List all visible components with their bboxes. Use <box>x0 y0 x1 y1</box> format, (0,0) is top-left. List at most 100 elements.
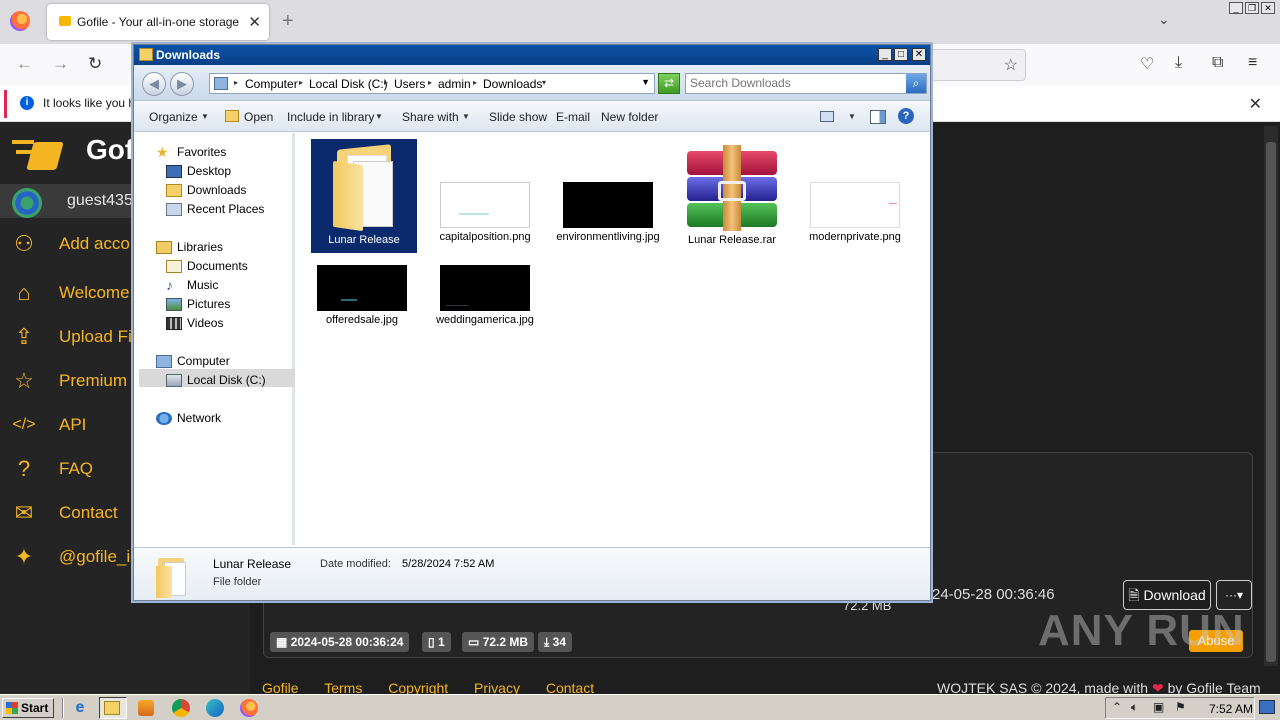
computer-icon <box>156 355 172 369</box>
nav-label: Network <box>177 411 222 425</box>
firefox-icon[interactable] <box>240 699 258 717</box>
app-menu-hamburger-icon[interactable]: ≡ <box>1248 54 1257 72</box>
change-view-icon[interactable] <box>820 111 834 122</box>
nav-local-disk[interactable]: Local Disk (C:) <box>166 373 266 388</box>
organize-button[interactable]: Organize <box>149 110 198 124</box>
explorer-window: Downloads _ □ ✕ ◀ ▶ ▸ Computer ▸ Local D… <box>133 44 931 601</box>
nav-music[interactable]: ♪ Music <box>166 278 218 292</box>
network-icon[interactable]: ▣ <box>1153 700 1164 714</box>
new-tab-button[interactable]: + <box>282 10 294 33</box>
breadcrumb-admin[interactable]: admin <box>438 77 471 91</box>
page-scrollbar-thumb[interactable] <box>1266 142 1276 662</box>
address-bar[interactable]: ▸ Computer ▸ Local Disk (C:) ▸ Users ▸ a… <box>209 73 655 94</box>
pocket-icon[interactable]: ♡ <box>1140 54 1154 74</box>
open-button[interactable]: Open <box>244 110 273 124</box>
search-input[interactable] <box>690 76 900 90</box>
nav-videos[interactable]: Videos <box>166 316 224 331</box>
breadcrumb-downloads[interactable]: Downloads <box>483 77 542 91</box>
reload-icon[interactable]: ↻ <box>88 54 102 74</box>
clock[interactable]: 7:52 AM <box>1209 702 1253 716</box>
browser-restore-button[interactable]: ❐ <box>1245 2 1259 14</box>
nav-network[interactable]: Network <box>156 411 222 426</box>
explorer-minimize-button[interactable]: _ <box>878 48 892 61</box>
search-box[interactable]: ⌕ <box>685 73 927 94</box>
nav-documents[interactable]: Documents <box>166 259 248 274</box>
refresh-icon[interactable]: ⇄ <box>658 73 680 94</box>
breadcrumb-local-disk[interactable]: Local Disk (C:) <box>309 77 388 91</box>
sidebar-item-label: FAQ <box>59 459 94 478</box>
start-label: Start <box>21 701 49 715</box>
created-date-badge: ▦ 2024-05-28 00:36:24 <box>270 632 410 652</box>
file-name: offeredsale.jpg <box>326 314 398 326</box>
extensions-puzzle-icon[interactable]: ⧉ <box>1212 54 1223 72</box>
email-button[interactable]: E-mail <box>556 110 590 124</box>
nav-downloads[interactable]: Downloads <box>166 183 246 198</box>
file-name: capitalposition.png <box>439 231 531 243</box>
notice-close-icon[interactable]: ✕ <box>1249 94 1262 114</box>
forward-arrow-icon[interactable]: ▶ <box>170 72 194 96</box>
chrome-icon[interactable] <box>172 699 190 717</box>
navigation-pane: ★ Favorites Desktop Downloads Recent Plac… <box>134 133 295 545</box>
file-item-modernprivate[interactable]: modernprivate.png <box>802 139 908 244</box>
firefox-logo-icon[interactable] <box>10 11 30 31</box>
taskbar: Start e ⌃ 🔈︎ ▣ ⚑ 7:52 AM <box>0 694 1280 720</box>
gofile-logo-icon[interactable] <box>12 136 64 170</box>
include-in-library-button[interactable]: Include in library <box>287 110 374 124</box>
search-icon[interactable]: ⌕ <box>906 74 926 93</box>
breadcrumb-computer[interactable]: Computer <box>245 77 298 91</box>
file-item-lunar-release-folder[interactable]: Lunar Release <box>311 139 417 253</box>
details-modified-value: 5/28/2024 7:52 AM <box>402 558 495 570</box>
windows-logo-icon <box>6 702 18 714</box>
media-player-icon[interactable] <box>138 700 154 716</box>
back-arrow-icon[interactable]: ◀ <box>142 72 166 96</box>
downloads-arrow-icon[interactable]: ⤓ <box>1175 54 1182 72</box>
internet-explorer-icon[interactable]: e <box>71 699 89 717</box>
explorer-close-button[interactable]: ✕ <box>912 48 926 61</box>
action-center-flag-icon[interactable]: ⚑ <box>1175 700 1186 714</box>
file-item-environmentliving[interactable]: environmentliving.jpg <box>555 139 661 244</box>
help-icon[interactable]: ? <box>898 108 914 124</box>
nav-favorites[interactable]: ★ Favorites <box>156 145 226 159</box>
home-icon: ⌂ <box>17 280 31 305</box>
nav-label: Videos <box>187 316 224 330</box>
nav-computer[interactable]: Computer <box>156 354 230 369</box>
tab-close-icon[interactable]: ✕ <box>248 13 261 31</box>
explorer-title: Downloads <box>156 48 221 62</box>
url-bar[interactable]: ☆ <box>930 49 1026 81</box>
nav-desktop[interactable]: Desktop <box>166 164 232 179</box>
show-desktop-icon[interactable] <box>1259 700 1275 714</box>
address-dropdown-icon[interactable]: ▼ <box>641 77 650 87</box>
new-folder-button[interactable]: New folder <box>601 110 658 124</box>
volume-speaker-icon[interactable]: 🔈︎ <box>1131 700 1138 715</box>
windows-explorer-icon <box>104 701 120 715</box>
file-item-capitalposition[interactable]: capitalposition.png <box>432 139 538 244</box>
list-all-tabs-chevron-icon[interactable]: ⌄ <box>1158 11 1170 28</box>
breadcrumb-users[interactable]: Users <box>394 77 425 91</box>
start-button[interactable]: Start <box>2 698 54 718</box>
total-size: 72.2 MB <box>482 635 529 649</box>
show-hidden-icons-arrow-icon[interactable]: ⌃ <box>1112 700 1122 714</box>
file-item-offeredsale[interactable]: offeredsale.jpg <box>309 263 415 327</box>
explorer-maximize-button[interactable]: □ <box>894 48 908 61</box>
explorer-address-area: ◀ ▶ ▸ Computer ▸ Local Disk (C:) ▸ Users… <box>134 65 930 101</box>
share-with-button[interactable]: Share with <box>402 110 459 124</box>
file-item-lunar-release-rar[interactable]: Lunar Release.rar <box>679 139 785 247</box>
nav-libraries[interactable]: Libraries <box>156 240 223 255</box>
slide-show-button[interactable]: Slide show <box>489 110 547 124</box>
nav-recent-places[interactable]: Recent Places <box>166 202 264 217</box>
bookmark-star-icon[interactable]: ☆ <box>1004 55 1018 75</box>
preview-pane-icon[interactable] <box>870 110 886 124</box>
browser-minimize-button[interactable]: _ <box>1229 2 1243 14</box>
browser-tab-gofile[interactable]: Gofile - Your all-in-one storage solutio… <box>47 4 269 40</box>
nav-label: Desktop <box>187 164 232 178</box>
sidebar-item-label: Welcome <box>59 283 130 302</box>
nav-pictures[interactable]: Pictures <box>166 297 230 312</box>
edge-icon[interactable] <box>206 699 224 717</box>
file-item-weddingamerica[interactable]: weddingamerica.jpg <box>432 263 538 327</box>
libraries-icon <box>156 241 172 255</box>
forward-arrow-icon[interactable]: → <box>52 54 69 74</box>
back-arrow-icon[interactable]: ← <box>16 54 33 74</box>
info-icon: i <box>20 96 34 110</box>
browser-close-button[interactable]: ✕ <box>1261 2 1275 14</box>
explorer-title-bar[interactable]: Downloads _ □ ✕ <box>134 45 930 65</box>
